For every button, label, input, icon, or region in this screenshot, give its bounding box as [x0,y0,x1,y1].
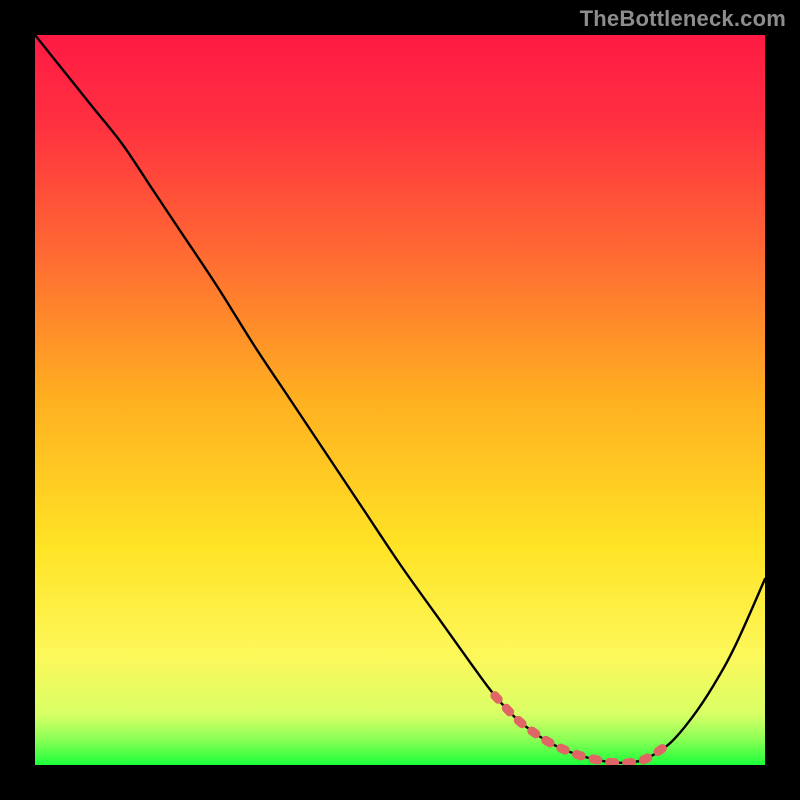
bottleneck-chart [35,35,765,765]
watermark-text: TheBottleneck.com [580,6,786,32]
chart-frame: TheBottleneck.com [0,0,800,800]
plot-area [35,35,765,765]
chart-background [35,35,765,765]
